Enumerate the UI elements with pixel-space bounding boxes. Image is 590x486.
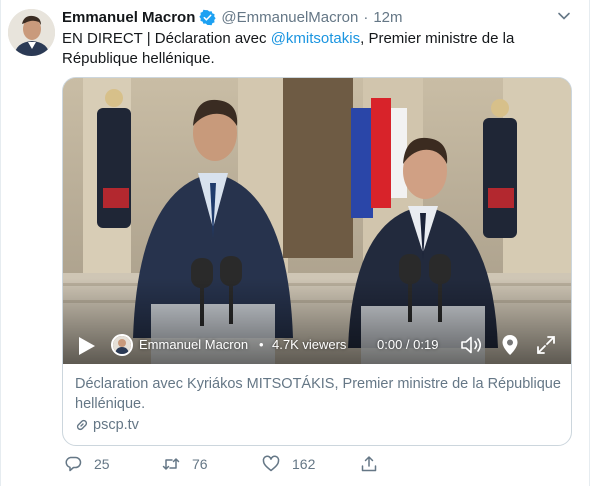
verified-badge-icon bbox=[199, 9, 217, 25]
tweet-text: EN DIRECT | Déclaration avec @kmitsotaki… bbox=[62, 29, 562, 69]
card-link-text[interactable]: pscp.tv bbox=[93, 417, 139, 433]
viewer-count: 4.7K viewers bbox=[272, 337, 347, 352]
retweet-button[interactable]: 76 bbox=[162, 455, 208, 473]
streamer-avatar bbox=[111, 334, 133, 356]
tweet[interactable]: Emmanuel Macron @EmmanuelMacron · 12m EN… bbox=[0, 0, 590, 486]
card-title: Déclaration avec Kyriákos MITSOTÁKIS, Pr… bbox=[75, 376, 561, 412]
card-body[interactable]: Déclaration avec Kyriákos MITSOTÁKIS, Pr… bbox=[75, 374, 565, 433]
like-count: 162 bbox=[292, 456, 316, 472]
card-link[interactable]: pscp.tv bbox=[75, 417, 565, 433]
tweet-text-before: EN DIRECT | Déclaration avec bbox=[62, 30, 271, 47]
video-controls: Emmanuel Macron • 4.7K viewers 0:00 / 0:… bbox=[63, 326, 571, 364]
streamer-name: Emmanuel Macron bbox=[139, 337, 249, 352]
video-timer: 0:00 / 0:19 bbox=[377, 337, 439, 352]
video-player[interactable]: Emmanuel Macron • 4.7K viewers 0:00 / 0:… bbox=[63, 78, 571, 364]
avatar[interactable] bbox=[8, 9, 55, 56]
tweet-actions: 25 76 162 bbox=[62, 455, 392, 479]
reply-count: 25 bbox=[94, 456, 110, 472]
retweet-count: 76 bbox=[192, 456, 208, 472]
author-name[interactable]: Emmanuel Macron bbox=[62, 9, 195, 26]
location-pin-icon[interactable] bbox=[501, 334, 519, 356]
separator-dot: · bbox=[363, 8, 369, 26]
viewer-separator: • bbox=[259, 337, 264, 352]
share-button[interactable] bbox=[360, 455, 390, 473]
play-icon[interactable] bbox=[78, 336, 96, 356]
reply-icon bbox=[65, 456, 82, 472]
chevron-down-icon[interactable] bbox=[557, 9, 571, 23]
video-frame bbox=[63, 78, 571, 364]
share-icon bbox=[361, 456, 377, 472]
media-card[interactable]: Emmanuel Macron • 4.7K viewers 0:00 / 0:… bbox=[62, 77, 572, 446]
fullscreen-icon[interactable] bbox=[536, 335, 556, 355]
author-handle[interactable]: @EmmanuelMacron bbox=[221, 9, 358, 26]
avatar-image bbox=[8, 9, 55, 56]
tweet-header: Emmanuel Macron @EmmanuelMacron · 12m bbox=[62, 7, 403, 27]
tweet-timestamp[interactable]: 12m bbox=[373, 9, 402, 26]
streamer-avatar-image bbox=[113, 336, 131, 354]
heart-icon bbox=[262, 455, 280, 472]
link-icon bbox=[76, 419, 88, 431]
reply-button[interactable]: 25 bbox=[64, 455, 110, 473]
like-button[interactable]: 162 bbox=[262, 455, 315, 473]
mention-link[interactable]: @kmitsotakis bbox=[271, 30, 360, 47]
volume-icon[interactable] bbox=[460, 335, 484, 355]
retweet-icon bbox=[162, 458, 180, 470]
